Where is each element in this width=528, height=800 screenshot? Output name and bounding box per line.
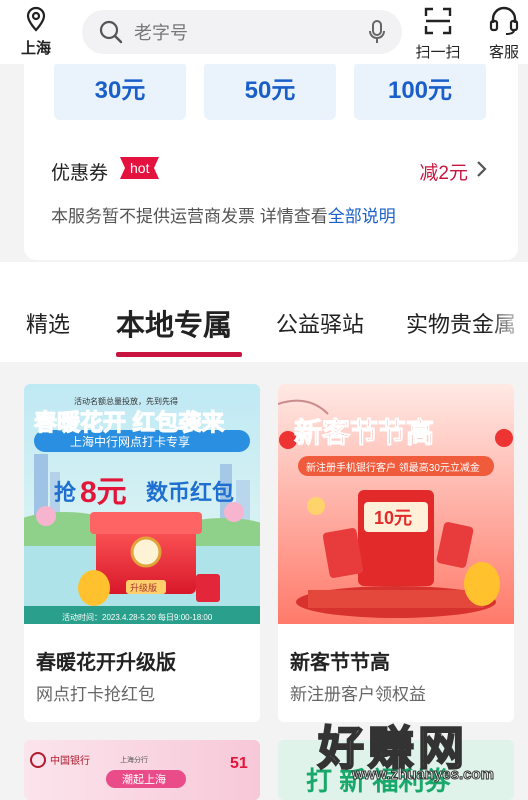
- banner2-ribbon: 新注册手机银行客户 领最高30元立减金: [306, 461, 480, 474]
- tab-charity[interactable]: 公益驿站: [276, 307, 364, 339]
- partial-bank-name: 中国银行: [50, 754, 90, 767]
- product-title: 春暖花开升级版: [36, 652, 176, 674]
- chevron-right-icon[interactable]: [476, 160, 488, 178]
- banner-prefix: 抢: [54, 480, 77, 505]
- search-input[interactable]: 老字号: [82, 10, 402, 54]
- location-pin-icon: [26, 6, 46, 32]
- tab-featured[interactable]: 精选: [26, 307, 70, 339]
- banner-amount: 8元: [80, 476, 127, 509]
- active-tab-indicator: [116, 352, 242, 357]
- invoice-notice: 本服务暂不提供运营商发票 详情查看全部说明: [51, 202, 396, 227]
- scan-button[interactable]: 扫一扫: [408, 6, 468, 62]
- tab-local-exclusive[interactable]: 本地专属: [116, 302, 232, 344]
- product-title: 新客节节高: [290, 652, 390, 674]
- product-banner-spring: 活动名额总量投放，先到先得 春暖花开 红包袭来 上海中行网点打卡专享 抢 8元 …: [24, 384, 260, 624]
- product-banner-newcustomer: 新客节节高 新注册手机银行客户 领最高30元立减金 10元: [278, 384, 514, 624]
- notice-link[interactable]: 全部说明: [328, 207, 396, 226]
- top-bar: 上海 老字号 扫一扫 客服: [0, 0, 528, 64]
- product-card-newcustomer[interactable]: 新客节节高 新注册手机银行客户 领最高30元立减金 10元 新客节节高 新注册客…: [278, 384, 514, 722]
- search-icon: [99, 20, 123, 44]
- banner-badge: 升级版: [130, 582, 157, 593]
- coupon-label: 优惠券: [51, 163, 109, 184]
- headset-icon: [489, 6, 519, 35]
- banner-headline: 春暖花开 红包袭来: [33, 409, 225, 435]
- recharge-card: 30元 50元 100元 优惠券 hot 减2元 本服务暂不提供运营商发票 详情…: [24, 40, 518, 260]
- amount-option-100[interactable]: 100元: [354, 62, 486, 120]
- hot-badge: hot: [120, 157, 160, 179]
- category-tabs: 精选 本地专属 公益驿站 实物贵金属: [0, 262, 528, 362]
- amount-option-50[interactable]: 50元: [204, 62, 336, 120]
- microphone-icon[interactable]: [368, 19, 386, 45]
- customer-service-button[interactable]: 客服: [474, 6, 528, 62]
- partial-number: 51: [230, 755, 248, 772]
- service-label: 客服: [488, 44, 519, 61]
- product-card-partial-right[interactable]: 打 新 福利券: [278, 740, 514, 800]
- partial-city-tag: 上海分行: [120, 755, 148, 764]
- banner-suffix: 数币红包: [146, 480, 234, 505]
- search-placeholder: 老字号: [134, 23, 188, 43]
- banner2-envelope: 10元: [374, 508, 412, 528]
- location-selector[interactable]: 上海: [14, 6, 58, 58]
- banner-fineprint: 活动名额总量投放，先到先得: [74, 396, 178, 406]
- product-card-spring[interactable]: 活动名额总量投放，先到先得 春暖花开 红包袭来 上海中行网点打卡专享 抢 8元 …: [24, 384, 260, 722]
- product-card-partial-left[interactable]: 中国银行 上海分行 潮起上海 51: [24, 740, 260, 800]
- location-label: 上海: [20, 40, 51, 57]
- scan-icon: [424, 7, 452, 35]
- partial-ribbon: 潮起上海: [122, 772, 166, 786]
- banner2-headline: 新客节节高: [294, 416, 434, 448]
- product-subtitle: 网点打卡抢红包: [36, 685, 155, 704]
- partial-right-text: 打 新 福利券: [306, 766, 451, 796]
- product-subtitle: 新注册客户领权益: [290, 685, 426, 704]
- notice-text: 本服务暂不提供运营商发票 详情查看: [51, 207, 328, 226]
- coupon-discount[interactable]: 减2元: [419, 158, 468, 185]
- amount-option-30[interactable]: 30元: [54, 62, 186, 120]
- banner-period: 活动时间：2023.4.28-5.20 每日9:00-18:00: [62, 612, 213, 622]
- scan-label: 扫一扫: [415, 44, 461, 61]
- product-grid: 活动名额总量投放，先到先得 春暖花开 红包袭来 上海中行网点打卡专享 抢 8元 …: [0, 362, 528, 800]
- banner-ribbon: 上海中行网点打卡专享: [70, 434, 190, 449]
